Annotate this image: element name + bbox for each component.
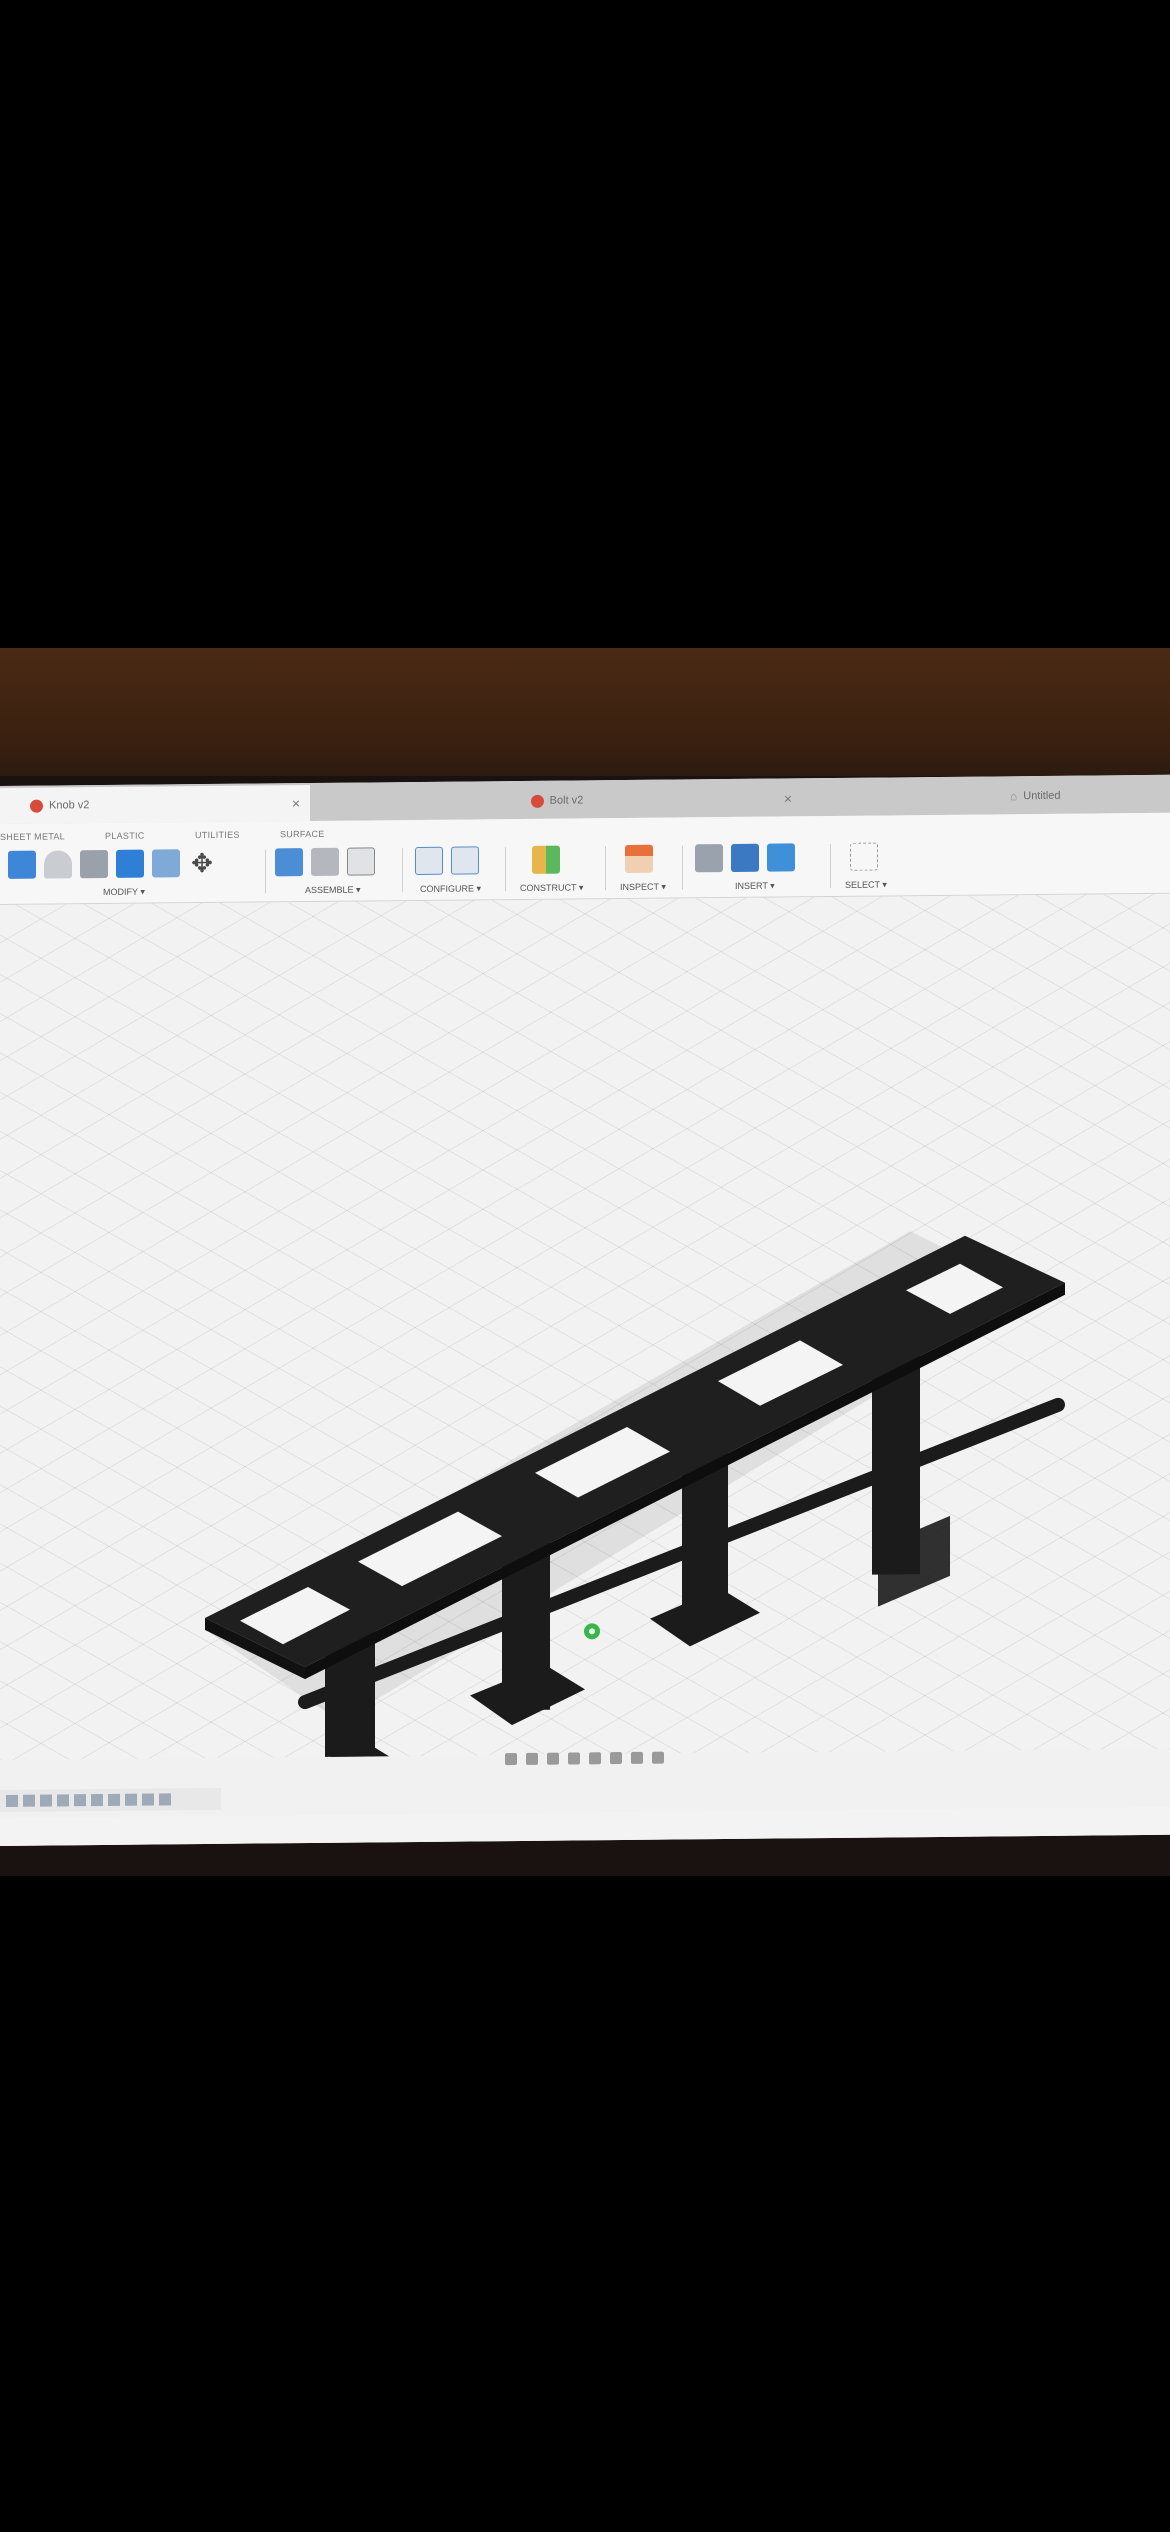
parameters-icon[interactable] bbox=[451, 846, 479, 875]
letterbox-bottom bbox=[0, 1882, 1170, 2532]
timeline-feature-icon[interactable] bbox=[159, 1793, 171, 1806]
assemble-menu[interactable]: ASSEMBLE ▾ bbox=[305, 885, 361, 897]
tab-plastic[interactable]: PLASTIC bbox=[105, 831, 145, 841]
fit-icon[interactable] bbox=[589, 1752, 601, 1765]
divider bbox=[402, 848, 403, 893]
inspect-group: INSPECT ▾ bbox=[620, 844, 666, 894]
zoom-icon[interactable] bbox=[568, 1752, 580, 1765]
look-at-icon[interactable] bbox=[526, 1752, 538, 1765]
document-tab-knob[interactable]: Knob v2 × bbox=[0, 785, 310, 824]
select-menu[interactable]: SELECT ▾ bbox=[845, 879, 887, 890]
sketch-icon[interactable] bbox=[8, 850, 36, 879]
plane-icon[interactable] bbox=[532, 845, 560, 874]
timeline-prev-icon[interactable] bbox=[23, 1794, 35, 1807]
canvas-viewport[interactable] bbox=[0, 893, 1170, 1800]
measure-icon[interactable] bbox=[625, 844, 653, 874]
pan-icon[interactable] bbox=[547, 1752, 559, 1765]
close-icon[interactable]: × bbox=[784, 790, 792, 806]
inspect-menu[interactable]: INSPECT ▾ bbox=[620, 882, 666, 893]
timeline-end-icon[interactable] bbox=[74, 1794, 86, 1807]
timeline-feature-icon[interactable] bbox=[125, 1793, 137, 1806]
tab-label: Bolt v2 bbox=[549, 794, 584, 807]
navigation-bar bbox=[505, 1751, 664, 1766]
toolbar-ribbon: SHEET METAL PLASTIC UTILITIES SURFACE ✥ … bbox=[0, 812, 1170, 905]
modify-group: ✥ MODIFY ▾ bbox=[8, 848, 216, 900]
move-icon[interactable]: ✥ bbox=[188, 848, 216, 878]
decal-icon[interactable] bbox=[767, 843, 795, 872]
frame-model bbox=[205, 1231, 1065, 1800]
insert-group: INSERT ▾ bbox=[695, 842, 795, 893]
document-tab-bolt[interactable]: Bolt v2 × bbox=[312, 780, 802, 821]
extrude-icon[interactable] bbox=[44, 850, 72, 879]
tab-surface[interactable]: SURFACE bbox=[280, 829, 325, 839]
app-icon bbox=[530, 794, 544, 808]
timeline-next-icon[interactable] bbox=[57, 1794, 69, 1807]
insert-svg-icon[interactable] bbox=[731, 843, 759, 872]
table-icon[interactable] bbox=[347, 847, 375, 876]
construct-group: CONSTRUCT ▾ bbox=[520, 845, 583, 895]
shell-icon[interactable] bbox=[152, 849, 180, 878]
divider bbox=[830, 844, 831, 889]
document-tab-untitled[interactable]: ⌂ Untitled bbox=[1010, 777, 1170, 815]
divider bbox=[505, 847, 506, 892]
insert-menu[interactable]: INSERT ▾ bbox=[735, 881, 775, 892]
timeline-feature-icon[interactable] bbox=[108, 1793, 120, 1806]
configure-group: CONFIGURE ▾ bbox=[415, 845, 481, 896]
joint-icon[interactable] bbox=[275, 848, 303, 877]
configure-menu[interactable]: CONFIGURE ▾ bbox=[420, 883, 481, 895]
orbit-icon[interactable] bbox=[505, 1753, 517, 1766]
display-settings-icon[interactable] bbox=[610, 1752, 622, 1765]
tab-label: Knob v2 bbox=[49, 799, 90, 812]
timeline-feature-icon[interactable] bbox=[91, 1794, 103, 1807]
app-icon bbox=[30, 799, 43, 813]
timeline-start-icon[interactable] bbox=[6, 1794, 18, 1807]
tab-label: Untitled bbox=[1023, 789, 1061, 803]
desk-background bbox=[0, 648, 1170, 780]
viewports-icon[interactable] bbox=[652, 1751, 664, 1764]
rigid-group-icon[interactable] bbox=[311, 847, 339, 877]
timeline-play-icon[interactable] bbox=[40, 1794, 52, 1807]
configure-icon[interactable] bbox=[415, 846, 443, 876]
select-icon[interactable] bbox=[850, 842, 878, 871]
grid-settings-icon[interactable] bbox=[631, 1751, 643, 1764]
box-icon[interactable] bbox=[116, 849, 144, 878]
assemble-group: ASSEMBLE ▾ bbox=[275, 846, 375, 897]
close-icon[interactable]: × bbox=[292, 795, 300, 811]
insert-mesh-icon[interactable] bbox=[695, 844, 723, 873]
home-icon: ⌂ bbox=[1010, 789, 1018, 804]
modify-menu[interactable]: MODIFY ▾ bbox=[103, 887, 145, 898]
tab-sheet-metal[interactable]: SHEET METAL bbox=[0, 831, 65, 842]
fusion-window: Knob v2 × Bolt v2 × ⌂ Untitled SHEET MET… bbox=[0, 774, 1170, 1846]
timeline-feature-icon[interactable] bbox=[142, 1793, 154, 1806]
divider bbox=[682, 845, 683, 890]
tab-utilities[interactable]: UTILITIES bbox=[195, 830, 240, 840]
select-group: SELECT ▾ bbox=[845, 842, 887, 892]
revolve-icon[interactable] bbox=[80, 849, 108, 879]
timeline-bar bbox=[0, 1787, 221, 1812]
divider bbox=[605, 846, 606, 891]
letterbox-top bbox=[0, 0, 1170, 648]
construct-menu[interactable]: CONSTRUCT ▾ bbox=[520, 882, 583, 894]
divider bbox=[265, 849, 266, 894]
